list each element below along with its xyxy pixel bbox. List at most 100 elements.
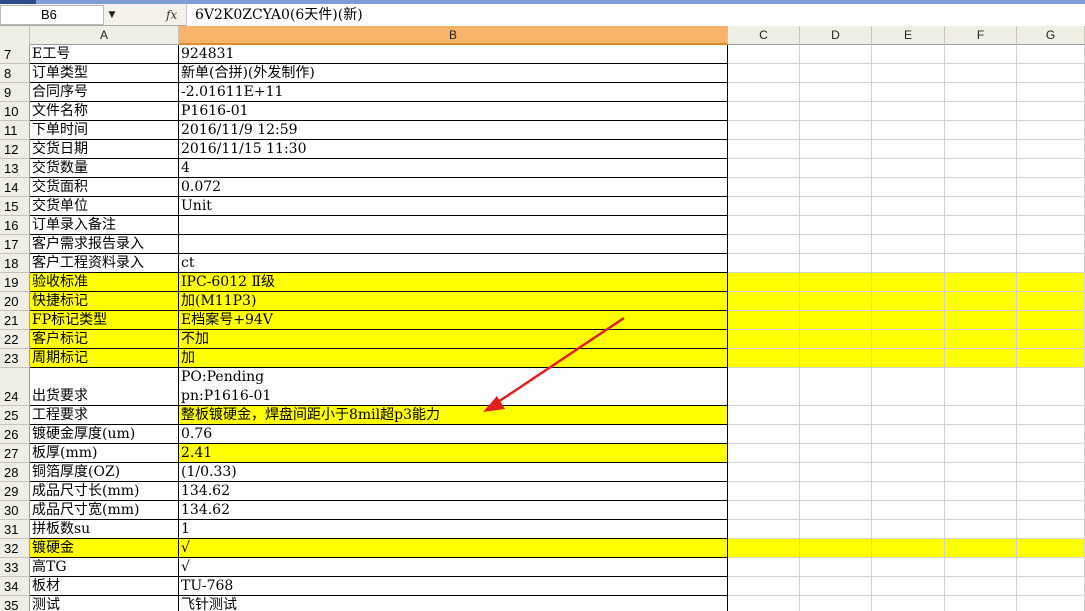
cell-g[interactable] <box>1017 197 1085 216</box>
cell-a[interactable]: 板材 <box>30 577 179 596</box>
column-header-a[interactable]: A <box>30 26 179 45</box>
cell-g[interactable] <box>1017 558 1085 577</box>
cell-a[interactable]: 交货日期 <box>30 140 179 159</box>
cell-a[interactable]: 镀硬金厚度(um) <box>30 425 179 444</box>
cell-b[interactable]: 134.62 <box>179 501 728 520</box>
cell-e[interactable] <box>872 140 945 159</box>
cell-f[interactable] <box>945 102 1017 121</box>
row-header[interactable]: 10 <box>0 102 30 121</box>
cell-e[interactable] <box>872 45 945 64</box>
column-header-e[interactable]: E <box>872 26 945 45</box>
cell-b[interactable]: 飞针测试 <box>179 596 728 611</box>
cell-c[interactable] <box>728 45 800 64</box>
cell-d[interactable] <box>800 121 872 140</box>
cell-a[interactable]: 验收标准 <box>30 273 179 292</box>
cell-g[interactable] <box>1017 482 1085 501</box>
cell-b[interactable]: PO:Pending pn:P1616-01 <box>179 368 728 406</box>
cell-d[interactable] <box>800 102 872 121</box>
cell-b[interactable]: 4 <box>179 159 728 178</box>
cell-e[interactable] <box>872 558 945 577</box>
row-header[interactable]: 15 <box>0 197 30 216</box>
cell-d[interactable] <box>800 349 872 368</box>
cell-e[interactable] <box>872 463 945 482</box>
row-header[interactable]: 13 <box>0 159 30 178</box>
cell-f[interactable] <box>945 463 1017 482</box>
cell-c[interactable] <box>728 197 800 216</box>
cell-d[interactable] <box>800 159 872 178</box>
cell-d[interactable] <box>800 216 872 235</box>
cell-e[interactable] <box>872 501 945 520</box>
cell-e[interactable] <box>872 482 945 501</box>
cell-g[interactable] <box>1017 254 1085 273</box>
cell-c[interactable] <box>728 501 800 520</box>
cell-d[interactable] <box>800 463 872 482</box>
cell-b[interactable]: 924831 <box>179 45 728 64</box>
cell-f[interactable] <box>945 406 1017 425</box>
cell-b[interactable]: 加(M11P3) <box>179 292 728 311</box>
cell-d[interactable] <box>800 197 872 216</box>
cell-b[interactable]: 1 <box>179 520 728 539</box>
cell-d[interactable] <box>800 482 872 501</box>
cell-g[interactable] <box>1017 216 1085 235</box>
cell-b[interactable]: 0.76 <box>179 425 728 444</box>
cell-a[interactable]: 下单时间 <box>30 121 179 140</box>
cell-d[interactable] <box>800 140 872 159</box>
cell-g[interactable] <box>1017 121 1085 140</box>
cell-a[interactable]: 铜箔厚度(OZ) <box>30 463 179 482</box>
row-header[interactable]: 26 <box>0 425 30 444</box>
cell-b[interactable]: 新单(合拼)(外发制作) <box>179 64 728 83</box>
cell-c[interactable] <box>728 311 800 330</box>
cell-a[interactable]: 工程要求 <box>30 406 179 425</box>
name-box[interactable]: B6 <box>0 5 104 25</box>
cell-e[interactable] <box>872 64 945 83</box>
cell-f[interactable] <box>945 197 1017 216</box>
row-header[interactable]: 14 <box>0 178 30 197</box>
cell-a[interactable]: 出货要求 <box>30 368 179 406</box>
cell-e[interactable] <box>872 406 945 425</box>
cell-b[interactable]: 0.072 <box>179 178 728 197</box>
cell-g[interactable] <box>1017 159 1085 178</box>
cell-g[interactable] <box>1017 292 1085 311</box>
cell-g[interactable] <box>1017 444 1085 463</box>
cell-g[interactable] <box>1017 64 1085 83</box>
cell-d[interactable] <box>800 558 872 577</box>
cell-a[interactable]: 镀硬金 <box>30 539 179 558</box>
cell-a[interactable]: 客户工程资料录入 <box>30 254 179 273</box>
row-header[interactable]: 25 <box>0 406 30 425</box>
cell-a[interactable]: 交货面积 <box>30 178 179 197</box>
cell-c[interactable] <box>728 425 800 444</box>
row-header[interactable]: 16 <box>0 216 30 235</box>
row-header[interactable]: 7 <box>0 45 30 64</box>
row-header[interactable]: 29 <box>0 482 30 501</box>
cell-b[interactable]: Unit <box>179 197 728 216</box>
cell-e[interactable] <box>872 368 945 406</box>
column-header-d[interactable]: D <box>800 26 872 45</box>
cell-g[interactable] <box>1017 596 1085 611</box>
cell-f[interactable] <box>945 64 1017 83</box>
cell-g[interactable] <box>1017 349 1085 368</box>
row-header[interactable]: 9 <box>0 83 30 102</box>
name-box-dropdown-icon[interactable]: ▼ <box>104 5 120 25</box>
cell-g[interactable] <box>1017 463 1085 482</box>
cell-c[interactable] <box>728 558 800 577</box>
cell-g[interactable] <box>1017 539 1085 558</box>
row-header[interactable]: 33 <box>0 558 30 577</box>
cell-e[interactable] <box>872 539 945 558</box>
cell-f[interactable] <box>945 178 1017 197</box>
cell-a[interactable]: FP标记类型 <box>30 311 179 330</box>
cell-a[interactable]: 成品尺寸长(mm) <box>30 482 179 501</box>
cell-f[interactable] <box>945 273 1017 292</box>
row-header[interactable]: 31 <box>0 520 30 539</box>
cell-f[interactable] <box>945 577 1017 596</box>
row-header[interactable]: 32 <box>0 539 30 558</box>
select-all-corner[interactable] <box>0 26 30 45</box>
cell-g[interactable] <box>1017 83 1085 102</box>
cell-g[interactable] <box>1017 520 1085 539</box>
row-header[interactable]: 11 <box>0 121 30 140</box>
cell-e[interactable] <box>872 273 945 292</box>
cell-f[interactable] <box>945 596 1017 611</box>
cell-e[interactable] <box>872 102 945 121</box>
row-header[interactable]: 35 <box>0 596 30 611</box>
cell-c[interactable] <box>728 292 800 311</box>
cell-a[interactable]: 客户标记 <box>30 330 179 349</box>
